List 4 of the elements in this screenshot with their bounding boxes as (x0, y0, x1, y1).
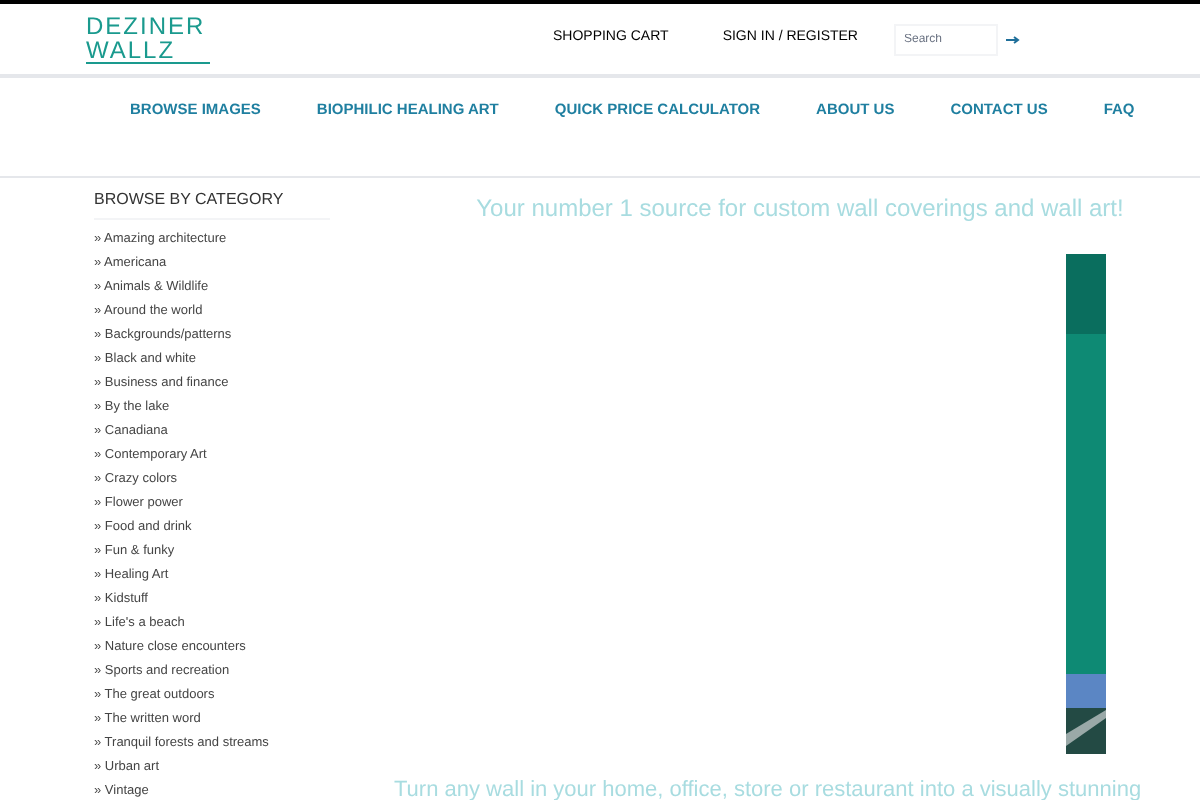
arrow-icon[interactable] (1006, 35, 1020, 43)
headline: Your number 1 source for custom wall coverings and wall art! (474, 192, 1126, 226)
sidebar-heading: BROWSE BY CATEGORY (94, 188, 330, 220)
tagline: Turn any wall in your home, office, store or restaurant into a visually stunning (394, 776, 1142, 800)
